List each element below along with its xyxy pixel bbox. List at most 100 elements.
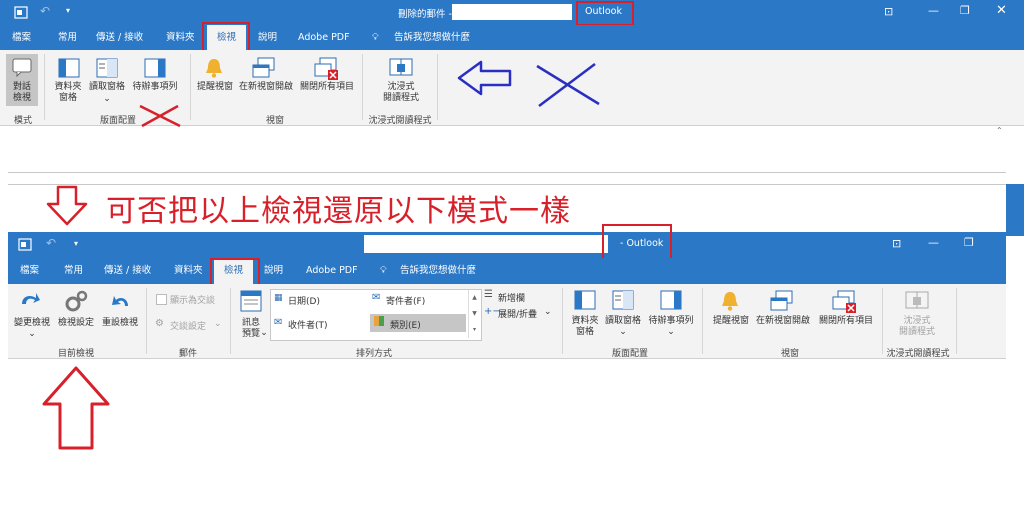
minimize-icon[interactable]: — [928,4,939,17]
conversation-settings-button[interactable]: 交談設定 [170,319,206,332]
minimize-icon[interactable]: — [928,236,939,249]
open-new-window-button[interactable]: 在新視窗開啟 [752,316,814,327]
tab-file[interactable]: 檔案 [12,25,31,50]
change-view-button[interactable]: 變更檢視 [10,318,54,329]
tab-adobe-pdf[interactable]: Adobe PDF [298,25,350,50]
reset-view-button[interactable]: 重設檢視 [98,318,142,329]
reading-pane-button[interactable]: 讀取窗格 [602,316,644,327]
reading-pane-icon [612,290,634,310]
quick-access-dropdown-icon[interactable]: ▾ [74,239,78,248]
tab-home[interactable]: 常用 [58,25,77,50]
folder-pane-button[interactable]: 資料夾 窗格 [50,82,86,104]
conversation-view-label: 對話 檢視 [12,82,31,103]
ribbon-display-options-icon[interactable]: ⊡ [892,237,901,250]
reset-view-icon [112,296,128,306]
reading-pane-dropdown-icon[interactable]: ⌄ [619,327,627,338]
expand-collapse-dropdown-icon[interactable]: ⌄ [544,307,552,317]
annotation-box-view-tab [202,22,250,52]
tab-send-receive[interactable]: 傳送 / 接收 [96,25,143,50]
show-as-conversations-label: 顯示為交談 [170,296,216,306]
view-settings-button[interactable]: 檢視設定 [54,318,98,329]
immersive-reader-button[interactable]: 沈浸式 閱讀程式 [892,316,942,338]
immersive-reader-button[interactable]: 沈浸式 閱讀程式 [376,82,426,104]
folder-pane-icon [58,58,80,78]
top-tab-bar: 檔案 常用 傳送 / 接收 資料夾 檢視 說明 Adobe PDF 💡︎ 告訴我… [0,25,1024,50]
restore-icon[interactable]: ❐ [960,4,970,17]
close-icon[interactable]: ✕ [996,3,1007,18]
conversation-settings-dropdown-icon[interactable]: ⌄ [214,319,222,329]
reading-pane-dropdown-icon[interactable]: ⌄ [103,94,111,105]
bottom-ribbon: 變更檢視 ⌄ 檢視設定 重設檢視 目前檢視 顯示為交談 ⚙ 交談設定 ⌄ 郵件 … [8,284,1006,359]
message-preview-dropdown-icon[interactable]: ⌄ [260,328,268,339]
folder-pane-icon [574,290,596,310]
lightbulb-icon: 💡︎ [380,265,387,276]
arrange-by-categories: 類別(E) [390,321,421,331]
open-new-window-button[interactable]: 在新視窗開啟 [236,82,296,93]
change-view-dropdown-icon[interactable]: ⌄ [28,329,36,340]
open-new-window-icon [252,57,275,78]
gallery-scrollbar[interactable]: ▲ ▼ ▾ [468,290,480,338]
reminders-window-button[interactable]: 提醒視窗 [708,316,754,327]
edge-strip [1006,184,1024,236]
todo-bar-icon [144,58,166,78]
arrange-by-to[interactable]: 收件者(T) [288,318,328,331]
todo-bar-button[interactable]: 待辦事項列 [128,82,182,93]
section-divider-2 [8,184,1006,185]
close-all-items-button[interactable]: 關閉所有項目 [814,316,878,327]
outlook-app-icon [18,238,32,251]
arrange-by-date[interactable]: 日期(D) [288,294,320,307]
tell-me-search[interactable]: 告訴我您想做什麼 [400,258,476,284]
tell-me-search[interactable]: 告訴我您想做什麼 [394,25,470,50]
tab-folder[interactable]: 資料夾 [174,258,203,284]
instruction-text: 可否把以上檢視還原以下模式一樣 [106,194,571,229]
annotation-box-view-tab-bottom [210,258,260,286]
undo-icon[interactable]: ↶ [40,4,50,18]
show-as-conversations-checkbox[interactable] [156,294,167,305]
bell-icon [722,292,738,311]
ribbon-display-options-icon[interactable]: ⊡ [884,5,893,18]
close-all-items-button[interactable]: 關閉所有項目 [296,82,358,93]
view-settings-icon [65,290,88,312]
reminders-window-button[interactable]: 提醒視窗 [192,82,238,93]
outlook-app-icon [14,6,28,19]
bell-icon [206,59,222,78]
collapse-ribbon-icon[interactable]: ⌃ [996,126,1003,135]
tab-help[interactable]: 說明 [264,258,283,284]
window-title: 刪除的郵件 - [398,9,452,20]
restore-icon[interactable]: ❐ [964,236,974,249]
reading-pane-button[interactable]: 讀取窗格 [86,82,128,93]
expand-collapse-button[interactable]: 展開/折疊 [498,307,537,320]
sender-icon: ✉ [372,292,381,303]
annotation-cross-red [139,104,181,128]
undo-icon[interactable]: ↶ [46,236,56,250]
immersive-reader-icon [389,58,413,76]
bottom-ribbon-bottom-line [8,358,1006,359]
folder-pane-button[interactable]: 資料夾 窗格 [566,316,604,338]
categories-icon [374,316,384,326]
immersive-reader-icon [905,291,929,309]
change-view-icon [22,293,40,304]
add-columns-button[interactable]: 新增欄 [498,291,525,304]
close-all-items-icon [832,290,856,313]
bottom-tab-bar: 檔案 常用 傳送 / 接收 資料夾 檢視 說明 Adobe PDF 💡︎ 告訴我… [8,258,1006,284]
annotation-arrow-down-small [46,185,88,226]
tab-home[interactable]: 常用 [64,258,83,284]
tab-help[interactable]: 說明 [258,25,277,50]
tab-folder[interactable]: 資料夾 [166,25,195,50]
calendar-icon: ▦ [274,293,283,303]
quick-access-dropdown-icon[interactable]: ▾ [66,6,70,15]
todo-bar-dropdown-icon[interactable]: ⌄ [667,327,675,338]
close-all-items-icon [314,57,338,80]
tab-file[interactable]: 檔案 [20,258,39,284]
recipient-icon: ✉ [274,317,283,328]
todo-bar-button[interactable]: 待辦事項列 [644,316,698,327]
message-preview-icon [240,290,262,312]
tab-adobe-pdf[interactable]: Adobe PDF [306,258,358,284]
window-app-name: Outlook [585,6,622,17]
arrange-by-from[interactable]: 寄件者(F) [386,294,425,307]
conversation-icon [12,58,32,77]
add-columns-icon: ☰ [484,289,493,300]
tab-send-receive[interactable]: 傳送 / 接收 [104,258,151,284]
annotation-arrow-up [42,366,110,450]
lightbulb-icon: 💡︎ [372,32,379,43]
